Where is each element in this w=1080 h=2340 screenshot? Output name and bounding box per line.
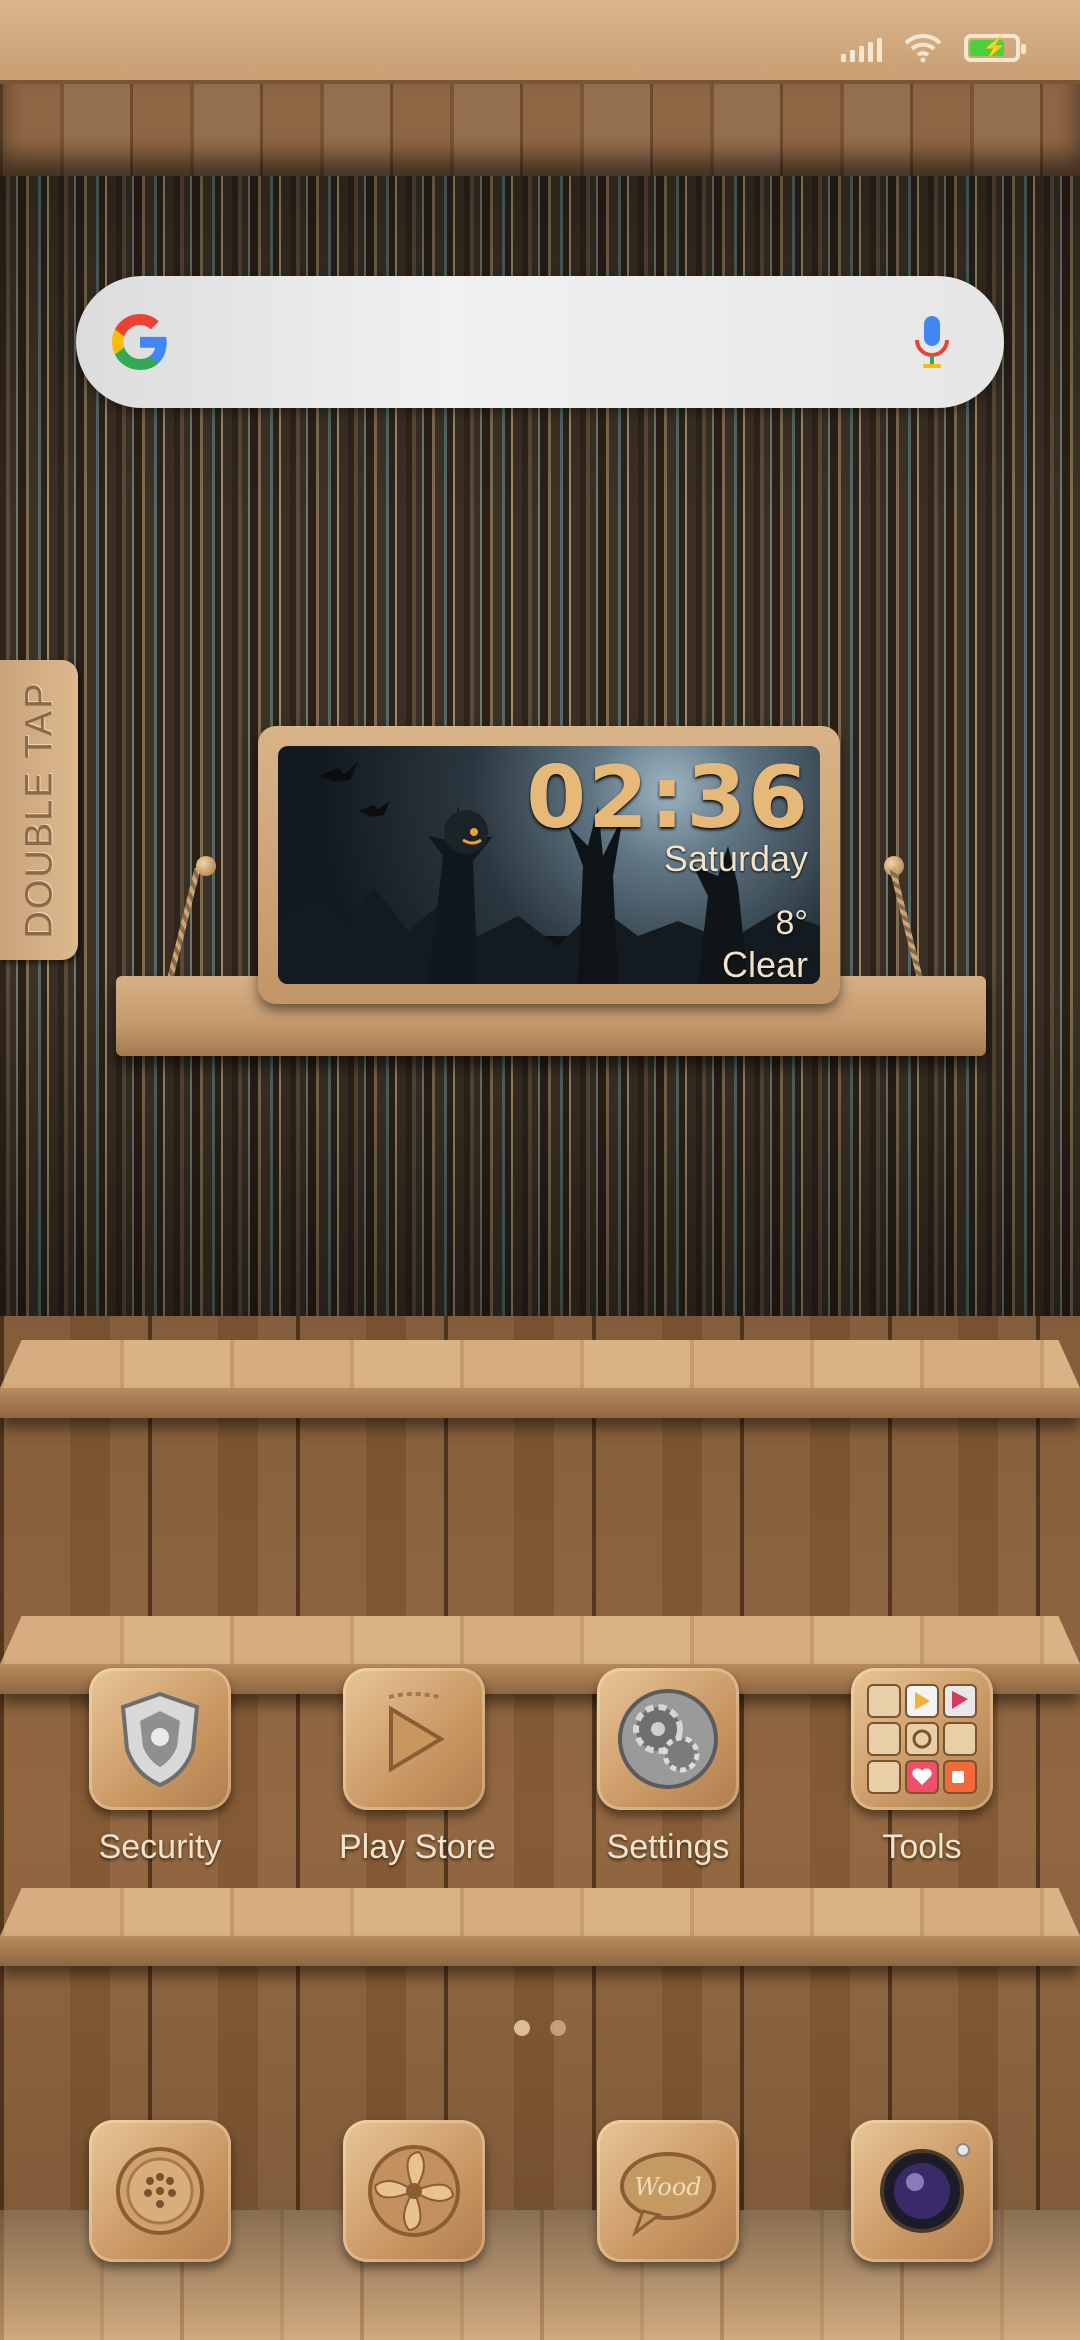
clock-day: Saturday: [663, 838, 808, 879]
shield-icon: [89, 1668, 231, 1810]
double-tap-label: DOUBLE TAP: [18, 681, 61, 939]
dock-messages[interactable]: Wood: [593, 2120, 743, 2262]
play-icon: [343, 1668, 485, 1810]
shelf-front-edge: [0, 1936, 1080, 1966]
status-bar: ⚡: [0, 0, 1080, 84]
clock-weather-widget[interactable]: 02:36 Saturday 8° Clear: [258, 726, 840, 1004]
phone-dial-icon: [89, 2120, 231, 2262]
clock-time: 02:36: [526, 748, 810, 848]
google-search-bar[interactable]: [76, 276, 1004, 408]
shelf-top-surface: [0, 1616, 1080, 1664]
weather-temperature: 8°: [775, 904, 808, 942]
app-label: Settings: [606, 1828, 730, 1866]
app-label: Tools: [882, 1828, 962, 1866]
fan-icon: [343, 2120, 485, 2262]
signal-icon: [841, 34, 882, 62]
battery-charging-icon: ⚡: [964, 34, 1026, 62]
microphone-icon[interactable]: [912, 314, 952, 372]
app-label: Play Store: [339, 1828, 496, 1866]
app-label: Security: [98, 1828, 222, 1866]
shelf-top-surface: [0, 1888, 1080, 1936]
shelf-top-surface: [0, 1340, 1080, 1388]
folder-grid-icon: [851, 1668, 993, 1810]
page-dot-active[interactable]: [514, 2020, 530, 2036]
page-indicator: [0, 2020, 1080, 2036]
app-security[interactable]: Security: [85, 1668, 235, 1867]
gears-icon: [597, 1668, 739, 1810]
ceiling-planks: [0, 84, 1080, 176]
google-g-icon: [112, 314, 167, 370]
weather-condition: Clear: [721, 944, 808, 984]
app-settings[interactable]: Settings: [593, 1668, 743, 1867]
bubble-text: Wood: [634, 2173, 701, 2201]
page-dot[interactable]: [550, 2020, 566, 2036]
dock-phone[interactable]: [85, 2120, 235, 2262]
wifi-icon: [904, 33, 942, 63]
camera-lens-icon: [851, 2120, 993, 2262]
double-tap-tab[interactable]: DOUBLE TAP: [0, 660, 78, 960]
dock-fan[interactable]: [339, 2120, 489, 2262]
widget-screen: 02:36 Saturday 8° Clear: [278, 746, 820, 984]
message-bubble-icon: Wood: [597, 2120, 739, 2262]
dock-camera[interactable]: [847, 2120, 997, 2262]
shelf-front-edge: [0, 1388, 1080, 1418]
app-tools-folder[interactable]: Tools: [847, 1668, 997, 1867]
app-play-store[interactable]: Play Store: [339, 1668, 496, 1867]
